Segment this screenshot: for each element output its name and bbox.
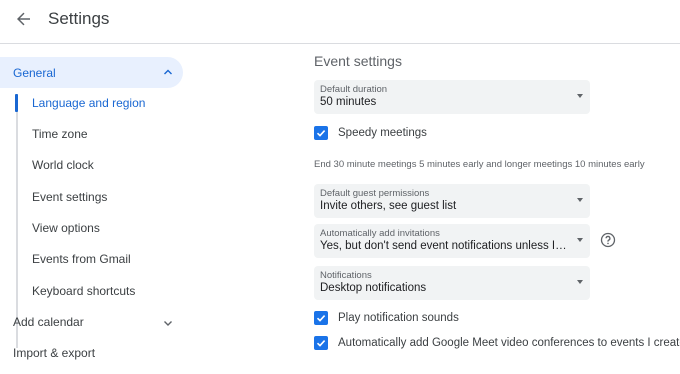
sidebar-item-import-export[interactable]: Import & export (13, 343, 95, 363)
auto-meet-row: Automatically add Google Meet video conf… (314, 335, 680, 351)
checkmark-icon (316, 315, 326, 322)
sidebar-item-keyboard-shortcuts[interactable]: Keyboard shortcuts (32, 281, 135, 301)
speedy-meetings-hint: End 30 minute meetings 5 minutes early a… (314, 159, 645, 170)
dropdown-arrow-icon (577, 238, 583, 242)
sidebar-item-view-options[interactable]: View options (32, 218, 100, 238)
sidebar-item-world-clock[interactable]: World clock (32, 155, 94, 175)
settings-sidebar: General Language and region Time zone Wo… (0, 44, 190, 374)
select-caption: Default guest permissions (320, 188, 430, 199)
arrow-back-icon (17, 12, 30, 26)
chevron-up-icon (164, 69, 172, 75)
sidebar-rail (16, 94, 18, 348)
select-value: 50 minutes (320, 96, 377, 108)
help-icon[interactable] (600, 232, 616, 248)
auto-invitations-select[interactable]: Automatically add invitations Yes, but d… (314, 224, 590, 258)
sidebar-item-events-from-gmail[interactable]: Events from Gmail (32, 249, 131, 269)
app-header: Settings (0, 0, 680, 44)
select-value: Invite others, see guest list (320, 200, 457, 212)
sidebar-item-add-calendar[interactable]: Add calendar (13, 312, 84, 332)
select-caption: Automatically add invitations (320, 228, 440, 239)
select-value: Desktop notifications (320, 282, 427, 294)
speedy-meetings-checkbox[interactable] (314, 126, 328, 140)
select-value: Yes, but don't send event notifications … (320, 240, 568, 252)
auto-meet-checkbox[interactable] (314, 336, 328, 350)
dropdown-arrow-icon (577, 280, 583, 284)
sidebar-active-indicator (15, 94, 18, 112)
event-settings-panel: Event settings Default duration 50 minut… (314, 44, 680, 374)
checkmark-icon (316, 340, 326, 347)
chevron-down-icon[interactable] (162, 317, 174, 329)
sidebar-section-label: General (13, 65, 56, 80)
sidebar-item-language-and-region[interactable]: Language and region (32, 93, 145, 113)
speedy-meetings-row: Speedy meetings (314, 125, 427, 141)
notifications-select[interactable]: Notifications Desktop notifications (314, 266, 590, 300)
select-caption: Notifications (320, 270, 372, 281)
checkmark-icon (316, 130, 326, 137)
section-title: Event settings (314, 53, 402, 69)
play-sounds-row: Play notification sounds (314, 310, 459, 326)
sidebar-item-event-settings[interactable]: Event settings (32, 187, 107, 207)
dropdown-arrow-icon (577, 94, 583, 98)
select-caption: Default duration (320, 84, 388, 95)
default-duration-select[interactable]: Default duration 50 minutes (314, 80, 590, 114)
play-sounds-checkbox[interactable] (314, 311, 328, 325)
page-title: Settings (48, 9, 110, 28)
auto-meet-label: Automatically add Google Meet video conf… (338, 337, 680, 349)
dropdown-arrow-icon (577, 198, 583, 202)
sidebar-item-time-zone[interactable]: Time zone (32, 124, 88, 144)
guest-permissions-select[interactable]: Default guest permissions Invite others,… (314, 184, 590, 218)
back-button[interactable] (12, 7, 36, 31)
sidebar-section-general[interactable]: General (0, 57, 183, 88)
speedy-meetings-label: Speedy meetings (338, 127, 427, 139)
play-sounds-label: Play notification sounds (338, 312, 459, 324)
